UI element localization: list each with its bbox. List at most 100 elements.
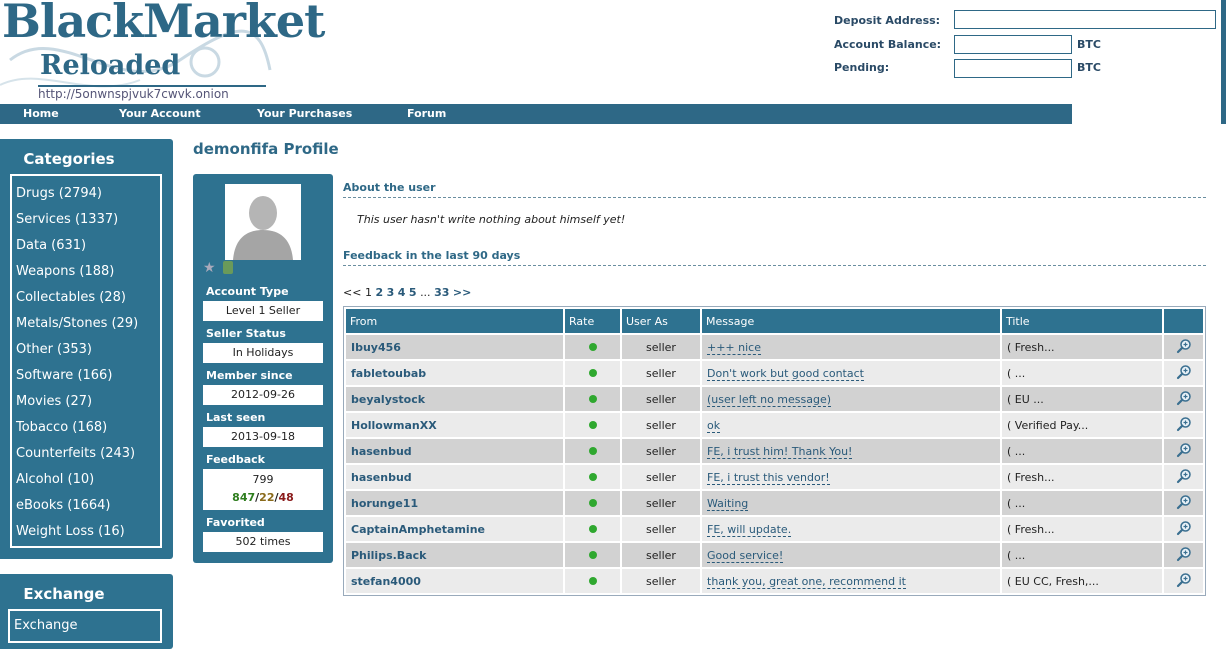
table-row: Ibuy456 seller +++ nice ( Fresh... xyxy=(346,335,1203,359)
pager-page-2[interactable]: 2 xyxy=(375,286,383,299)
category-weight-loss[interactable]: Weight Loss (16) xyxy=(12,519,160,545)
table-row: hasenbud seller FE, i trust this vendor! ( … xyxy=(346,465,1203,489)
message-link[interactable]: (user left no message) xyxy=(707,392,832,407)
message-link[interactable]: ok xyxy=(707,418,721,433)
from-user-link[interactable]: Philips.Back xyxy=(351,549,426,562)
from-user-link[interactable]: hasenbud xyxy=(351,445,412,458)
col-user-as: User As xyxy=(622,309,700,333)
table-row: hasenbud seller FE, i trust him! Thank You… xyxy=(346,439,1203,463)
magnifier-icon[interactable] xyxy=(1176,546,1192,562)
table-row: CaptainAmphetamine seller FE, will update.… xyxy=(346,517,1203,541)
magnifier-icon[interactable] xyxy=(1176,338,1192,354)
message-link[interactable]: +++ nice xyxy=(707,340,761,355)
from-user-link[interactable]: Ibuy456 xyxy=(351,341,401,354)
feedback-total: 799 xyxy=(252,473,274,486)
category-data[interactable]: Data (631) xyxy=(12,233,160,259)
cell-from: Ibuy456 xyxy=(346,335,563,359)
message-link[interactable]: FE, will update. xyxy=(707,522,792,537)
deposit-label: Deposit Address: xyxy=(834,14,941,27)
cell-title: ( ... xyxy=(1002,439,1162,463)
message-link[interactable]: Waiting xyxy=(707,496,749,511)
message-link[interactable]: thank you, great one, recommend it xyxy=(707,574,906,589)
col-view xyxy=(1164,309,1203,333)
last-seen-label: Last seen xyxy=(206,411,266,424)
magnifier-icon[interactable] xyxy=(1176,390,1192,406)
cell-view xyxy=(1164,361,1203,385)
cell-from: Philips.Back xyxy=(346,543,563,567)
magnifier-icon[interactable] xyxy=(1176,572,1192,588)
category-drugs[interactable]: Drugs (2794) xyxy=(12,181,160,207)
category-collectables[interactable]: Collectables (28) xyxy=(12,285,160,311)
cell-rate xyxy=(565,465,620,489)
category-other[interactable]: Other (353) xyxy=(12,337,160,363)
nav-forum[interactable]: Forum xyxy=(407,107,446,120)
magnifier-icon[interactable] xyxy=(1176,416,1192,432)
magnifier-icon[interactable] xyxy=(1176,494,1192,510)
pager-next[interactable]: >> xyxy=(453,286,471,299)
category-counterfeits[interactable]: Counterfeits (243) xyxy=(12,441,160,467)
magnifier-icon[interactable] xyxy=(1176,468,1192,484)
category-weapons[interactable]: Weapons (188) xyxy=(12,259,160,285)
categories-title: Categories xyxy=(23,150,115,168)
star-icon: ★ xyxy=(203,260,216,276)
cell-title: ( Fresh... xyxy=(1002,335,1162,359)
from-user-link[interactable]: fabletoubab xyxy=(351,367,426,380)
magnifier-icon[interactable] xyxy=(1176,364,1192,380)
exchange-link[interactable]: Exchange xyxy=(10,613,160,639)
positive-rating-icon xyxy=(588,446,597,455)
cell-rate xyxy=(565,335,620,359)
main-nav: Home Your Account Your Purchases Forum xyxy=(0,104,1072,124)
positive-rating-icon xyxy=(588,576,597,585)
cell-title: ( Fresh... xyxy=(1002,517,1162,541)
pager-page-5[interactable]: 5 xyxy=(409,286,417,299)
message-link[interactable]: FE, i trust him! Thank You! xyxy=(707,444,853,459)
nav-home[interactable]: Home xyxy=(23,107,59,120)
from-user-link[interactable]: hasenbud xyxy=(351,471,412,484)
cell-message: FE, i trust this vendor! xyxy=(702,465,1000,489)
cell-user-as: seller xyxy=(622,439,700,463)
balance-currency: BTC xyxy=(1077,38,1101,51)
category-services[interactable]: Services (1337) xyxy=(12,207,160,233)
category-alcohol[interactable]: Alcohol (10) xyxy=(12,467,160,493)
from-user-link[interactable]: CaptainAmphetamine xyxy=(351,523,485,536)
cell-title: ( ... xyxy=(1002,543,1162,567)
from-user-link[interactable]: beyalystock xyxy=(351,393,425,406)
cell-user-as: seller xyxy=(622,491,700,515)
cell-from: fabletoubab xyxy=(346,361,563,385)
nav-your-account[interactable]: Your Account xyxy=(119,107,201,120)
cell-user-as: seller xyxy=(622,517,700,541)
about-title: About the user xyxy=(343,181,1206,198)
message-link[interactable]: Don't work but good contact xyxy=(707,366,864,381)
magnifier-icon[interactable] xyxy=(1176,520,1192,536)
pager-page-4[interactable]: 4 xyxy=(398,286,406,299)
cell-from: HollowmanXX xyxy=(346,413,563,437)
site-logo[interactable]: BlackMarket Reloaded http://5onwnspjvuk7… xyxy=(0,0,325,104)
category-metals-stones[interactable]: Metals/Stones (29) xyxy=(12,311,160,337)
from-user-link[interactable]: stefan4000 xyxy=(351,575,421,588)
from-user-link[interactable]: horunge11 xyxy=(351,497,418,510)
cell-rate xyxy=(565,569,620,593)
category-software[interactable]: Software (166) xyxy=(12,363,160,389)
message-link[interactable]: FE, i trust this vendor! xyxy=(707,470,830,485)
header-right-rail xyxy=(1221,0,1226,124)
cell-user-as: seller xyxy=(622,543,700,567)
pager-last[interactable]: 33 xyxy=(434,286,449,299)
seller-status-label: Seller Status xyxy=(206,327,286,340)
category-tobacco[interactable]: Tobacco (168) xyxy=(12,415,160,441)
category-movies[interactable]: Movies (27) xyxy=(12,389,160,415)
cell-from: horunge11 xyxy=(346,491,563,515)
cell-view xyxy=(1164,543,1203,567)
pagination: << 1 2 3 4 5 ... 33 >> xyxy=(343,286,471,299)
profile-title: demonfifa Profile xyxy=(193,140,339,158)
pager-page-3[interactable]: 3 xyxy=(387,286,395,299)
message-link[interactable]: Good service! xyxy=(707,548,784,563)
category-ebooks[interactable]: eBooks (1664) xyxy=(12,493,160,519)
deposit-address-field[interactable] xyxy=(954,10,1216,29)
cell-view xyxy=(1164,569,1203,593)
magnifier-icon[interactable] xyxy=(1176,442,1192,458)
nav-your-purchases[interactable]: Your Purchases xyxy=(257,107,352,120)
from-user-link[interactable]: HollowmanXX xyxy=(351,419,437,432)
pager-prev[interactable]: << xyxy=(343,286,361,299)
cell-view xyxy=(1164,491,1203,515)
cell-from: hasenbud xyxy=(346,439,563,463)
